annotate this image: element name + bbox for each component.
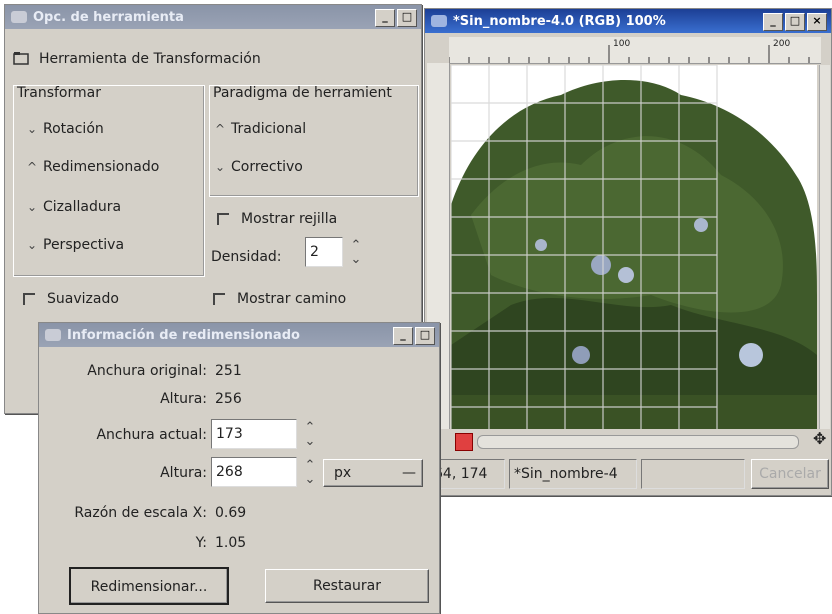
cancel-button[interactable]: Cancelar: [751, 459, 829, 489]
radio-traditional[interactable]: ^ Tradicional: [215, 121, 306, 137]
original-width-value: 251: [215, 363, 242, 379]
radio-off-icon: ⌄: [27, 200, 38, 214]
radio-perspective[interactable]: ⌄ Perspectiva: [27, 237, 124, 253]
image-titlebar[interactable]: *Sin_nombre-4.0 (RGB) 100% _ □ ×: [425, 9, 831, 33]
radio-on-icon: ^: [215, 122, 226, 136]
radio-corrective-label: Correctivo: [231, 159, 303, 175]
unit-dropdown[interactable]: px —: [323, 459, 423, 487]
image-canvas[interactable]: [451, 65, 817, 429]
radio-perspective-label: Perspectiva: [43, 237, 125, 253]
tree-photo: [451, 65, 817, 429]
current-height-spinner[interactable]: ⌃ ⌄: [303, 459, 317, 487]
vertical-scrollbar[interactable]: [819, 65, 830, 429]
minimize-button[interactable]: _: [763, 13, 783, 31]
ruler-label-200: 200: [773, 39, 791, 49]
scale-info-title: Información de redimensionado: [67, 327, 300, 343]
resize-button[interactable]: Redimensionar...: [69, 567, 229, 605]
tool-header: Herramienta de Transformación: [13, 51, 261, 67]
radio-on-icon: ^: [27, 160, 38, 174]
maximize-button[interactable]: □: [397, 9, 417, 27]
transform-header: Transformar: [17, 85, 101, 101]
show-grid-label: Mostrar rejilla: [241, 211, 338, 227]
checkbox-icon: [217, 213, 229, 225]
checkbox-icon: [23, 293, 35, 305]
density-label: Densidad:: [211, 249, 282, 265]
window-menu-icon[interactable]: [11, 11, 27, 23]
radio-shear[interactable]: ⌄ Cizalladura: [27, 199, 121, 215]
radio-corrective[interactable]: ⌄ Correctivo: [215, 159, 303, 175]
show-path-checkbox[interactable]: Mostrar camino: [213, 291, 346, 307]
radio-rotation-label: Rotación: [43, 121, 104, 137]
original-width-label: Anchura original:: [87, 363, 207, 379]
coords-display: 64, 174: [429, 459, 505, 489]
horizontal-scrollbar[interactable]: [477, 435, 799, 449]
ruler-label-100: 100: [613, 39, 631, 49]
current-width-spinner[interactable]: ⌃ ⌄: [303, 421, 317, 449]
tool-options-title: Opc. de herramienta: [33, 9, 184, 25]
radio-resize[interactable]: ^ Redimensionado: [27, 159, 159, 175]
current-width-input[interactable]: 173: [211, 419, 297, 449]
current-height-input[interactable]: 268: [211, 457, 297, 487]
radio-off-icon: ⌄: [27, 122, 38, 136]
ruler-ticks: [448, 45, 810, 63]
original-height-label: Altura:: [160, 391, 207, 407]
smoothing-checkbox[interactable]: Suavizado: [23, 291, 119, 307]
minimize-button[interactable]: _: [393, 327, 413, 345]
paradigm-frame: [209, 85, 419, 197]
density-spinner[interactable]: ⌃ ⌄: [349, 239, 363, 267]
transform-tool-icon: [13, 52, 29, 65]
chevron-down-icon: —: [402, 465, 416, 481]
ratio-x-label: Razón de escala X:: [74, 505, 207, 521]
show-grid-checkbox[interactable]: Mostrar rejilla: [217, 211, 337, 227]
checkbox-icon: [213, 293, 225, 305]
show-path-label: Mostrar camino: [237, 291, 347, 307]
current-width-label: Anchura actual:: [96, 427, 207, 443]
current-height-label: Altura:: [160, 465, 207, 481]
tool-options-titlebar[interactable]: Opc. de herramienta _ □: [5, 5, 421, 29]
progress-bar: [641, 459, 745, 489]
radio-off-icon: ⌄: [215, 160, 226, 174]
navigate-icon[interactable]: ✥: [813, 429, 826, 448]
ratio-x-value: 0.69: [215, 505, 247, 521]
radio-rotation[interactable]: ⌄ Rotación: [27, 121, 104, 137]
quickmask-button[interactable]: [455, 433, 473, 451]
radio-shear-label: Cizalladura: [43, 199, 122, 215]
image-title: *Sin_nombre-4.0 (RGB) 100%: [453, 13, 666, 29]
scale-info-titlebar[interactable]: Información de redimensionado _ □: [39, 323, 439, 347]
reset-button[interactable]: Restaurar: [265, 569, 429, 603]
window-menu-icon[interactable]: [45, 329, 61, 341]
horizontal-ruler[interactable]: 100 200: [448, 37, 821, 64]
ratio-y-label: Y:: [195, 535, 207, 551]
unit-value: px: [334, 465, 352, 481]
radio-resize-label: Redimensionado: [43, 159, 160, 175]
tool-name: Herramienta de Transformación: [39, 51, 261, 67]
scale-info-window: Información de redimensionado _ □ Anchur…: [38, 322, 440, 614]
maximize-button[interactable]: □: [415, 327, 435, 345]
image-name-display: *Sin_nombre-4: [509, 459, 637, 489]
maximize-button[interactable]: □: [785, 13, 805, 31]
smoothing-label: Suavizado: [47, 291, 119, 307]
original-height-value: 256: [215, 391, 242, 407]
radio-traditional-label: Tradicional: [231, 121, 307, 137]
image-window: *Sin_nombre-4.0 (RGB) 100% _ □ × 100 200: [424, 8, 832, 496]
paradigm-header: Paradigma de herramient: [213, 85, 392, 101]
density-input[interactable]: 2: [305, 237, 343, 267]
radio-off-icon: ⌄: [27, 238, 38, 252]
window-menu-icon[interactable]: [431, 15, 447, 27]
ratio-y-value: 1.05: [215, 535, 247, 551]
minimize-button[interactable]: _: [375, 9, 395, 27]
close-button[interactable]: ×: [807, 13, 827, 31]
